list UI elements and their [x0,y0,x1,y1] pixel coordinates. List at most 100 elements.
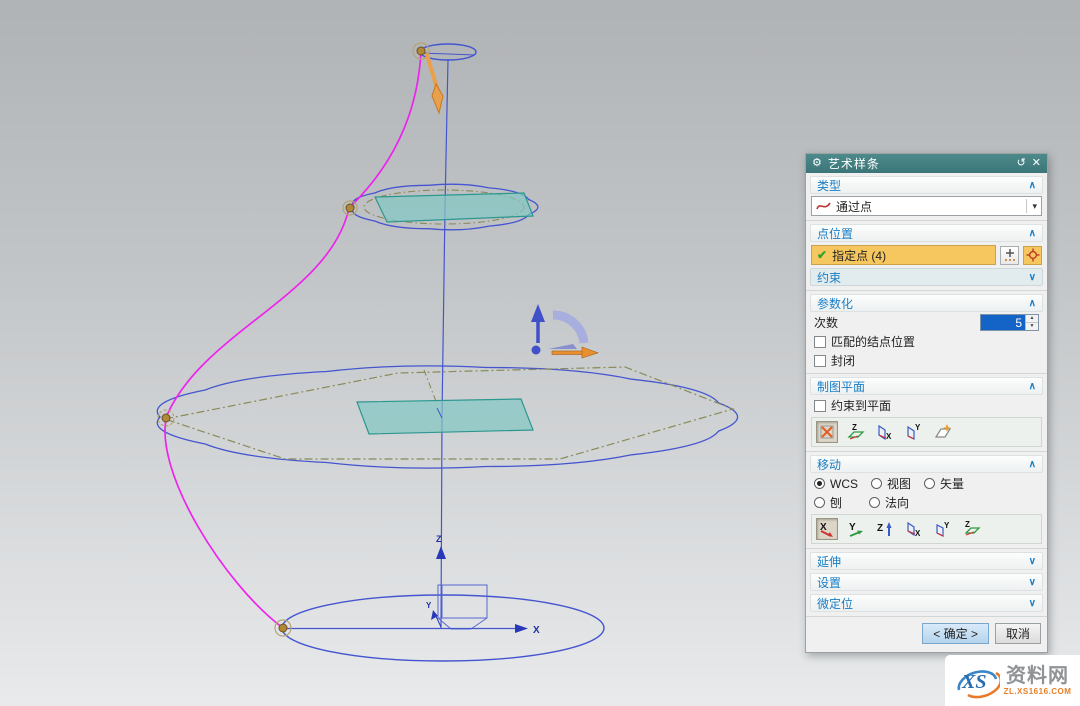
point-position-header-label: 点位置 [817,225,853,242]
move-handle-set[interactable] [531,304,598,358]
handle-origin-ball[interactable] [532,346,541,355]
chevron-up-icon[interactable]: ∧ [1029,298,1036,309]
spline-point-2[interactable] [343,201,357,215]
match-knots-label: 匹配的结点位置 [831,333,915,350]
wireframe-box[interactable] [438,585,487,629]
group-header-point-position[interactable]: 点位置 ∧ [810,224,1043,242]
move-yz-plane-button[interactable]: X [903,518,925,540]
no-plane-button[interactable] [816,421,838,443]
group-header-extension[interactable]: 延伸 ∨ [810,552,1043,570]
group-header-drawing-plane[interactable]: 制图平面 ∧ [810,377,1043,395]
degree-label: 次数 [814,314,838,331]
handle-flat-arrow[interactable] [548,344,577,349]
cancel-button[interactable]: 取消 [995,623,1041,644]
chevron-down-icon[interactable]: ∨ [1029,598,1036,609]
crosshair-icon [1026,248,1040,262]
watermark-badge: XS 资料网 ZL.XS1616.COM [945,655,1080,706]
move-y-icon: Y [846,519,866,539]
spin-up-icon[interactable]: ▲ [1026,315,1038,323]
view-radio-label: 视图 [887,475,911,492]
constraint-subgroup-bar[interactable]: 约束 ∨ [810,268,1043,286]
move-x-button[interactable]: X [816,518,838,540]
closed-label: 封闭 [831,352,855,369]
constrain-to-plane-label: 约束到平面 [831,397,891,414]
mid-datum-plane[interactable] [375,193,533,222]
gear-icon: ⚙ [812,158,822,169]
spline-through-points-icon [816,200,831,212]
degree-spinner[interactable]: 5 ▲ ▼ [980,314,1039,331]
group-header-parameterization[interactable]: 参数化 ∧ [810,294,1043,312]
reset-icon[interactable]: ↺ [1017,158,1026,169]
move-xy-plane-button[interactable]: Z [961,518,983,540]
z-axis-label: Z [436,534,442,544]
move-z-button[interactable]: Z [874,518,896,540]
move-xz-plane-button[interactable]: Y [932,518,954,540]
chevron-down-icon[interactable]: ∨ [1029,272,1036,283]
axis-letter: Y [944,521,950,530]
ok-button[interactable]: < 确定 > [922,623,989,644]
spin-down-icon[interactable]: ▼ [1026,323,1038,330]
point-constructor-icon [1003,248,1017,262]
y-axis-label: Y [426,601,432,610]
plane-radio-label: 刨 [830,494,842,511]
handle-rotate-arc[interactable] [553,315,584,343]
studio-spline-dialog: ⚙ 艺术样条 ↺ ✕ 类型 ∧ 通过点 ▾ 点位置 ∧ ✔ 指定点 (4) [805,153,1048,653]
xy-plane-button[interactable]: Z [845,421,867,443]
xs-logo-text: XS [961,671,986,693]
chevron-down-icon[interactable]: ∨ [1029,556,1036,567]
view-radio[interactable] [871,478,882,489]
drawing-plane-icon-strip: Z X Y [811,417,1042,447]
dropdown-arrow-icon[interactable]: ▾ [1026,199,1037,213]
point-dialog-button[interactable] [1000,246,1019,265]
xs-logo-icon: XS [954,660,1000,702]
group-header-type[interactable]: 类型 ∧ [810,176,1043,194]
xy-plane-icon: Z [846,422,866,442]
drawing-plane-header-label: 制图平面 [817,378,865,395]
vertical-axis-line[interactable] [441,59,448,628]
type-dropdown[interactable]: 通过点 ▾ [811,196,1042,216]
plane-constructor-icon [933,422,953,442]
snap-point-button[interactable] [1023,246,1042,265]
move-y-button[interactable]: Y [845,518,867,540]
xz-plane-button[interactable]: Y [903,421,925,443]
settings-header-label: 设置 [817,574,841,591]
group-header-move[interactable]: 移动 ∧ [810,455,1043,473]
move-icon-strip: X Y Z [811,514,1042,544]
chevron-up-icon[interactable]: ∧ [1029,228,1036,239]
match-knots-checkbox[interactable] [814,336,826,348]
dialog-titlebar[interactable]: ⚙ 艺术样条 ↺ ✕ [806,154,1047,173]
wcs-radio[interactable] [814,478,825,489]
axis-letter: Z [877,523,883,534]
closed-checkbox[interactable] [814,355,826,367]
specify-point-field[interactable]: ✔ 指定点 (4) [811,245,996,265]
plane-icon-letter: Y [915,423,921,432]
yz-plane-icon: X [875,422,895,442]
big-datum-plane[interactable] [357,399,533,434]
vector-radio[interactable] [924,478,935,489]
x-axis-arrowhead [515,624,528,633]
chevron-down-icon[interactable]: ∨ [1029,577,1036,588]
group-header-settings[interactable]: 设置 ∨ [810,573,1043,591]
constrain-to-plane-checkbox[interactable] [814,400,826,412]
csys-y-plane-icon: Y [933,519,953,539]
chevron-up-icon[interactable]: ∧ [1029,180,1036,191]
divider [806,548,1047,549]
normal-radio[interactable] [869,497,880,508]
chevron-up-icon[interactable]: ∧ [1029,459,1036,470]
chevron-up-icon[interactable]: ∧ [1029,381,1036,392]
wcs-radio-label: WCS [830,477,858,491]
degree-value[interactable]: 5 [981,315,1025,330]
csys-z-plane-icon: Z [962,519,982,539]
divider [806,373,1047,374]
group-header-micro-positioning[interactable]: 微定位 ∨ [810,594,1043,612]
divider [806,220,1047,221]
plane-radio[interactable] [814,497,825,508]
handle-up-arrowhead[interactable] [531,304,545,322]
spline-points[interactable] [158,43,429,636]
spline-curve[interactable] [165,51,421,628]
yz-plane-button[interactable]: X [874,421,896,443]
tangent-handle-arrow[interactable] [427,55,443,113]
close-icon[interactable]: ✕ [1032,158,1041,169]
plane-dialog-button[interactable] [932,421,954,443]
plane-icon-letter: X [886,432,892,441]
